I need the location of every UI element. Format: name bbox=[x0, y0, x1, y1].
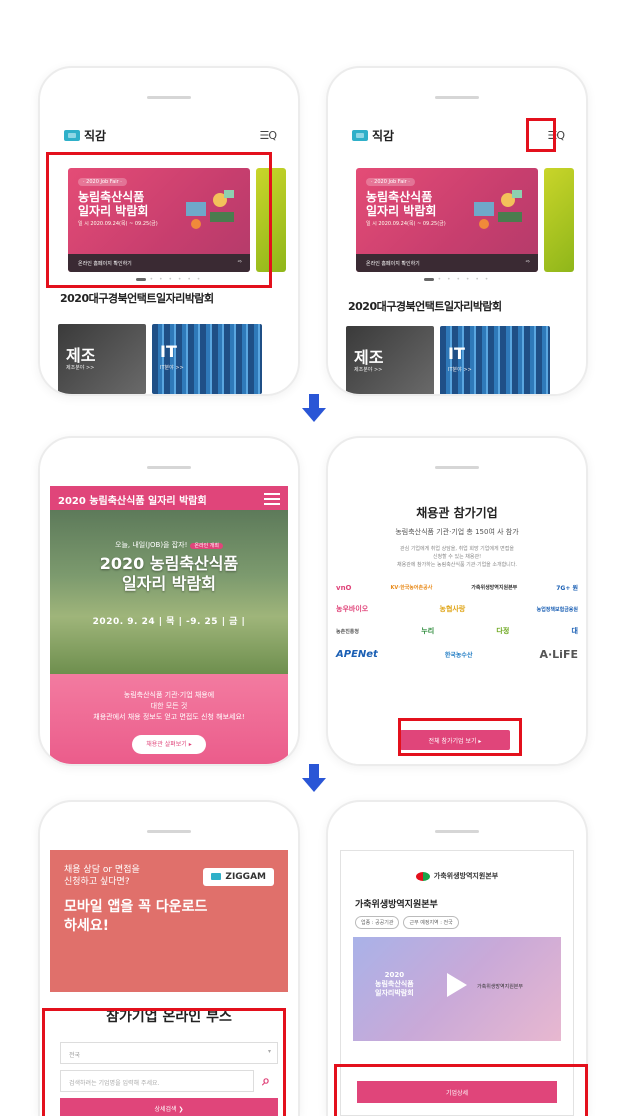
org-name: 가축위생방역지원본부 bbox=[355, 900, 438, 910]
company-logo[interactable]: 농촌진흥청 bbox=[336, 628, 359, 635]
down-arrow-icon bbox=[302, 394, 326, 424]
phone-speaker bbox=[435, 96, 479, 99]
company-logo[interactable]: 대 bbox=[572, 626, 578, 636]
logo-icon bbox=[352, 129, 368, 141]
next-banner-peek[interactable] bbox=[544, 168, 574, 272]
fair-title: 2020대구경북언택트일자리박람회 bbox=[60, 292, 214, 305]
expo-info-section: 농림축산식품 기관·기업 채용에 대한 모든 것 채용관에서 채용 정보도 얻고… bbox=[50, 674, 288, 764]
banner-tag: · 2020 Job Fair · bbox=[366, 178, 415, 186]
app-download-promo: 채용 상담 or 면접을 신청하고 싶다면? 모바일 앱을 꼭 다운로드 하세요… bbox=[50, 850, 288, 992]
org-chips: 업종 : 공공기관 근무 예정지역 : 전국 bbox=[355, 916, 573, 929]
companies-title: 채용관 참가기업 bbox=[416, 506, 498, 520]
phone-speaker bbox=[147, 96, 191, 99]
banner-illustration bbox=[474, 190, 522, 229]
app-logo[interactable]: 직감 bbox=[352, 127, 394, 144]
company-logo[interactable]: 7G+ 원 bbox=[556, 583, 578, 592]
expo-topbar: 2020 농림축산식품 일자리 박람회 bbox=[50, 486, 288, 510]
play-icon[interactable] bbox=[447, 973, 467, 997]
online-badge: 온라인 개최 bbox=[190, 543, 223, 549]
video-title: 2020 농림축산식품 일자리박람회 bbox=[375, 971, 414, 997]
phone-speaker bbox=[435, 830, 479, 833]
highlight-menu-search bbox=[526, 118, 556, 152]
banner-footer[interactable]: 온라인 홈페이지 확인하기 ⇨ bbox=[356, 254, 538, 272]
company-logo[interactable]: 농업정책보험금융원 bbox=[537, 606, 578, 613]
phone-speaker bbox=[147, 466, 191, 469]
expo-info-text: 농림축산식품 기관·기업 채용에 대한 모든 것 채용관에서 채용 정보도 얻고… bbox=[93, 691, 245, 721]
down-arrow-icon bbox=[302, 764, 326, 794]
logo-row: 농우바이오 농협사랑 농업정책보험금융원 bbox=[334, 604, 580, 614]
category-it[interactable]: IT IT분야 >> bbox=[152, 324, 262, 394]
phone-screen: 2020 농림축산식품 일자리 박람회 오늘, 내일(JOB)을 잡자! 온라인 … bbox=[50, 486, 288, 764]
industry-chip: 업종 : 공공기관 bbox=[355, 916, 400, 929]
category-manufacturing[interactable]: 제조 제조분야 >> bbox=[346, 326, 434, 394]
app-logo[interactable]: 직감 bbox=[64, 127, 106, 144]
phone-speaker bbox=[147, 830, 191, 833]
fair-title: 2020대구경북언택트일자리박람회 bbox=[348, 300, 502, 313]
phone-speaker bbox=[435, 466, 479, 469]
company-logo[interactable]: 다정 bbox=[496, 626, 509, 636]
expo-hero: 오늘, 내일(JOB)을 잡자! 온라인 개최 2020 농림축산식품 일자리 박… bbox=[50, 510, 288, 674]
company-logo[interactable]: 한국농수산 bbox=[445, 650, 473, 659]
companies-subtitle: 농림축산식품 기관·기업 총 150여 사 참가 bbox=[395, 528, 519, 536]
hero-title: 2020 농림축산식품 일자리 박람회 bbox=[99, 554, 239, 593]
menu-search-icon[interactable]: ☰Q bbox=[259, 129, 277, 142]
logo-row: vnO KV·한국농어촌공사 가축위생방역지원본부 7G+ 원 bbox=[334, 583, 580, 593]
company-logo[interactable]: A·LiFE bbox=[539, 648, 578, 661]
highlight-view-all-button bbox=[398, 718, 522, 756]
logo-row: 농촌진흥청 누리 다정 대 bbox=[334, 626, 580, 636]
highlight-search-area bbox=[42, 1008, 286, 1116]
arrow-right-icon: ⇨ bbox=[525, 259, 530, 265]
hamburger-menu-icon[interactable] bbox=[264, 493, 280, 508]
banner-title: 농림축산식품 일자리 박람회 bbox=[366, 190, 437, 218]
view-recruit-hall-button[interactable]: 채용관 살펴보기 ▸ bbox=[132, 735, 206, 754]
video-org-label: 가축위생방역지원본부 bbox=[477, 984, 524, 990]
highlight-detail-button bbox=[334, 1064, 588, 1116]
category-it[interactable]: IT IT분야 >> bbox=[440, 326, 550, 394]
company-logo[interactable]: vnO bbox=[336, 584, 352, 592]
phone-companies: 채용관 참가기업 농림축산식품 기관·기업 총 150여 사 참가 관심 기업에… bbox=[326, 436, 588, 766]
companies-description: 관심 기업에게 취업 상담을, 취업 희망 기업에게 면접을 신청할 수 있는 … bbox=[397, 546, 517, 568]
banner-date: 일 시 2020.09.24(목) ~ 09.25(금) bbox=[366, 221, 446, 227]
logo-icon bbox=[64, 129, 80, 141]
hero-tagline: 오늘, 내일(JOB)을 잡자! 온라인 개최 bbox=[50, 540, 288, 550]
company-logo[interactable]: KV·한국농어촌공사 bbox=[390, 584, 432, 591]
highlight-banner bbox=[46, 152, 272, 288]
carousel-dots: • • • • • • bbox=[328, 276, 586, 283]
phone-expo-landing: 2020 농림축산식품 일자리 박람회 오늘, 내일(JOB)을 잡자! 온라인 … bbox=[38, 436, 300, 766]
logo-row: APENet 한국농수산 A·LiFE bbox=[334, 648, 580, 661]
app-header: 직감 ☰Q bbox=[50, 116, 288, 154]
phone-app-home-menu: 직감 ☰Q · 2020 Job Fair · 농림축산식품 일자리 박람회 일… bbox=[326, 66, 588, 396]
job-fair-banner[interactable]: · 2020 Job Fair · 농림축산식품 일자리 박람회 일 시 202… bbox=[356, 168, 538, 272]
company-logo[interactable]: 누리 bbox=[421, 626, 434, 636]
promo-headline: 모바일 앱을 꼭 다운로드 하세요! bbox=[64, 899, 208, 934]
company-logo[interactable]: 농협사랑 bbox=[440, 604, 466, 614]
region-chip: 근무 예정지역 : 전국 bbox=[403, 916, 459, 929]
company-logo[interactable]: 가축위생방역지원본부 bbox=[471, 584, 517, 591]
company-logo[interactable]: APENet bbox=[336, 649, 378, 660]
org-logo: 가축위생방역지원본부 bbox=[341, 871, 573, 881]
category-manufacturing[interactable]: 제조 제조분야 >> bbox=[58, 324, 146, 394]
ziggam-badge[interactable]: ZIGGAM bbox=[203, 868, 274, 886]
hero-date: 2020. 9. 24 | 목 | -9. 25 | 금 | bbox=[92, 617, 246, 627]
promo-video[interactable]: 2020 농림축산식품 일자리박람회 가축위생방역지원본부 bbox=[353, 937, 561, 1041]
company-logo[interactable]: 농우바이오 bbox=[336, 604, 368, 614]
